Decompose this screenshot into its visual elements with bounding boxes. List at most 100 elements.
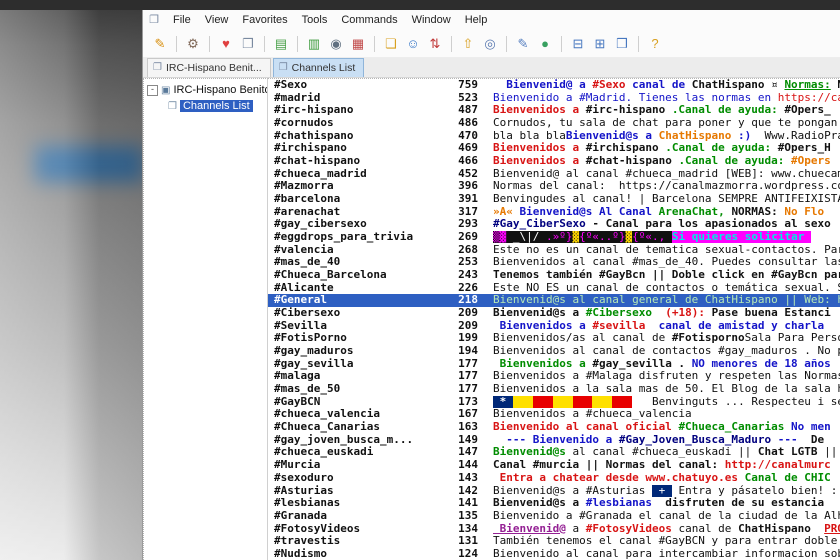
menu-favorites[interactable]: Favorites <box>235 12 294 28</box>
channel-topic: Bienvenid@s a #lesbianas disfruten de su… <box>493 497 840 510</box>
menu-file[interactable]: File <box>166 12 198 28</box>
channel-row[interactable]: #FotisPorno199Bienvenidos/as al canal de… <box>268 332 840 345</box>
channel-row[interactable]: #Cibersexo209Bienvenid@s a #Cibersexo (+… <box>268 307 840 320</box>
channel-row[interactable]: #GayBCN173 * Benvinguts ... Respecteu i … <box>268 396 840 409</box>
topic-segment: Este no es un canal de tematica sexual-c… <box>493 244 840 256</box>
menu-tools[interactable]: Tools <box>295 12 335 28</box>
channel-row[interactable]: #valencia268Este no es un canal de temat… <box>268 244 840 257</box>
main-content: - ▣ IRC-Hispano BenitoLop ❐ Channels Lis… <box>143 78 840 560</box>
tile-horizontal-icon[interactable]: ⊟ <box>568 35 588 53</box>
channel-row[interactable]: #barcelona391Benvingudes al canal! | Bar… <box>268 193 840 206</box>
channel-row[interactable]: #arenachat317»A« Bienvenid@s Al Canal Ar… <box>268 206 840 219</box>
channel-user-count: 149 <box>432 434 478 447</box>
channel-row[interactable]: #Mazmorra396Normas del canal: https://ca… <box>268 180 840 193</box>
dcc-chat-icon[interactable]: ⇅ <box>425 35 445 53</box>
background-blue-highlight <box>34 146 142 182</box>
channel-topic: Bienvenidos a la sala mas de 50. El Blog… <box>493 383 840 396</box>
channel-name: #gay_maduros <box>268 345 432 358</box>
topic-segment: ▒▓ <box>493 231 513 243</box>
channel-row[interactable]: #Sevilla209 Bienvenidos a #sevilla canal… <box>268 320 840 333</box>
channel-row[interactable]: #gay_sevilla177 Bienvenidos a #gay_sevil… <box>268 358 840 371</box>
favorites-icon[interactable]: ♥ <box>216 35 236 53</box>
channel-name: #Cibersexo <box>268 307 432 320</box>
channel-row[interactable]: #irchispano469Bienvenidos a #irchispano … <box>268 142 840 155</box>
channel-row[interactable]: #lesbianas141Bienvenid@s a #lesbianas di… <box>268 497 840 510</box>
timer-icon[interactable]: ◉ <box>326 35 346 53</box>
script-editor-icon[interactable]: ▤ <box>271 35 291 53</box>
channel-user-count: 759 <box>432 79 478 92</box>
topic-segment: #sevilla <box>592 320 652 332</box>
channel-row[interactable]: #Chueca_Canarias163Bienvenido al canal o… <box>268 421 840 434</box>
channel-user-count: 177 <box>432 370 478 383</box>
channel-topic: Canal #murcia || Normas del canal: http:… <box>493 459 840 472</box>
topic-segment: Bienvenidos a #chueca_valencia <box>493 408 692 420</box>
channel-row[interactable]: #mas_de_50177Bienvenidos a la sala mas d… <box>268 383 840 396</box>
channel-user-count: 134 <box>432 523 478 536</box>
channel-row[interactable]: #chathispano470bla bla blaBienvenid@s a … <box>268 130 840 143</box>
toolbar-separator <box>374 36 375 52</box>
channel-row[interactable]: #chueca_valencia167Bienvenidos a #chueca… <box>268 408 840 421</box>
tree-expander-icon[interactable]: - <box>147 85 158 96</box>
topic-segment: Este NO ES un canal de contactos o temát… <box>493 282 840 294</box>
channel-user-count: 452 <box>432 168 478 181</box>
options-icon[interactable]: ⚙ <box>183 35 203 53</box>
channel-row[interactable]: #sexoduro143 Entra a chatear desde www.c… <box>268 472 840 485</box>
menu-commands[interactable]: Commands <box>334 12 404 28</box>
channel-row[interactable]: #General218Bienvenid@s al canal general … <box>268 294 840 307</box>
channel-row[interactable]: #gay_maduros194Bienvenidos al canal de c… <box>268 345 840 358</box>
topic-segment: »A« <box>493 206 520 218</box>
query-icon[interactable]: ☺ <box>403 35 423 53</box>
channel-row[interactable]: #cornudos486Cornudos, tu sala de chat pa… <box>268 117 840 130</box>
channel-user-count: 124 <box>432 548 478 560</box>
dcc-send-icon[interactable]: ❏ <box>381 35 401 53</box>
menu-window[interactable]: Window <box>405 12 458 28</box>
address-book-icon[interactable]: ▥ <box>304 35 324 53</box>
tab-channels-list[interactable]: ❐Channels List <box>273 58 365 77</box>
find-user-icon[interactable]: ◎ <box>480 35 500 53</box>
menu-view[interactable]: View <box>198 12 236 28</box>
toolbar-separator <box>451 36 452 52</box>
notepad-icon[interactable]: ✎ <box>513 35 533 53</box>
app-icon: ❐ <box>147 13 161 27</box>
channel-row[interactable]: #Alicante226Este NO ES un canal de conta… <box>268 282 840 295</box>
channel-row[interactable]: #Chueca_Barcelona243Tenemos también #Gay… <box>268 269 840 282</box>
channel-name: #gay_joven_busca_m... <box>268 434 432 447</box>
channel-row[interactable]: #chat-hispano466Bienvenidos a #chat-hisp… <box>268 155 840 168</box>
topic-segment: .»º} <box>546 231 573 243</box>
channel-row[interactable]: #Nudismo124Bienvenido al canal para inte… <box>268 548 840 560</box>
channel-row[interactable]: #Sexo759 Bienvenid@ a #Sexo canal de Cha… <box>268 79 840 92</box>
channel-row[interactable]: #gay_joven_busca_m...149 --- Bienvenido … <box>268 434 840 447</box>
channel-row[interactable]: #malaga177Bienvenidos a #Malaga disfrute… <box>268 370 840 383</box>
channel-row[interactable]: #eggdrops_para_trivia269▒▓ _\|/ .»º}▓{º«… <box>268 231 840 244</box>
colors-icon[interactable]: ▦ <box>348 35 368 53</box>
channel-row[interactable]: #Murcia144Canal #murcia || Normas del ca… <box>268 459 840 472</box>
send-file-icon[interactable]: ⇧ <box>458 35 478 53</box>
channel-user-count: 523 <box>432 92 478 105</box>
channel-row[interactable]: #gay_cibersexo293#Gay_CiberSexo - Canal … <box>268 218 840 231</box>
channel-row[interactable]: #madrid523Bienvenido a #Madrid. Tienes l… <box>268 92 840 105</box>
topic-segment: Bienvenid@s a <box>566 130 659 142</box>
channel-row[interactable]: #mas_de_40253Bienvenidos al canal #mas_d… <box>268 256 840 269</box>
tile-vertical-icon[interactable]: ⊞ <box>590 35 610 53</box>
channel-topic: Este no es un canal de tematica sexual-c… <box>493 244 840 257</box>
topic-segment: De <box>811 434 824 446</box>
url-list-icon[interactable]: ● <box>535 35 555 53</box>
channel-row[interactable]: #Asturias142Bienvenid@s a #Asturias + En… <box>268 485 840 498</box>
tree-item-server[interactable]: - ▣ IRC-Hispano BenitoLop <box>144 82 267 98</box>
channel-row[interactable]: #FotosyVideos134 Bienvenid@ a #FotosyVid… <box>268 523 840 536</box>
channels-list-icon[interactable]: ❐ <box>238 35 258 53</box>
channel-row[interactable]: #Granada135Bienvenido a #Granada el cana… <box>268 510 840 523</box>
channel-row[interactable]: #travestis131También tenemos el canal #G… <box>268 535 840 548</box>
channel-row[interactable]: #chueca_madrid452Bienvenid@ al canal #ch… <box>268 168 840 181</box>
topic-segment: {º«..º} <box>579 231 625 243</box>
menu-help[interactable]: Help <box>458 12 495 28</box>
channel-row[interactable]: #irc-hispano487Bienvenidos a #irc-hispan… <box>268 104 840 117</box>
connect-icon[interactable]: ✎ <box>150 35 170 53</box>
topic-segment: Bienvenido a #Madrid. Tienes las normas … <box>493 92 778 104</box>
channel-topic: Bienvenid@s a #Asturias + Entra y pásate… <box>493 485 840 498</box>
cascade-icon[interactable]: ❒ <box>612 35 632 53</box>
tree-item-channels-list[interactable]: ❐ Channels List <box>144 98 267 114</box>
tab-irc-hispano-benit[interactable]: ❐IRC-Hispano Benit... <box>147 58 271 77</box>
help-icon[interactable]: ? <box>645 35 665 53</box>
channel-row[interactable]: #chueca_euskadi147Bienvenid@s al canal #… <box>268 446 840 459</box>
